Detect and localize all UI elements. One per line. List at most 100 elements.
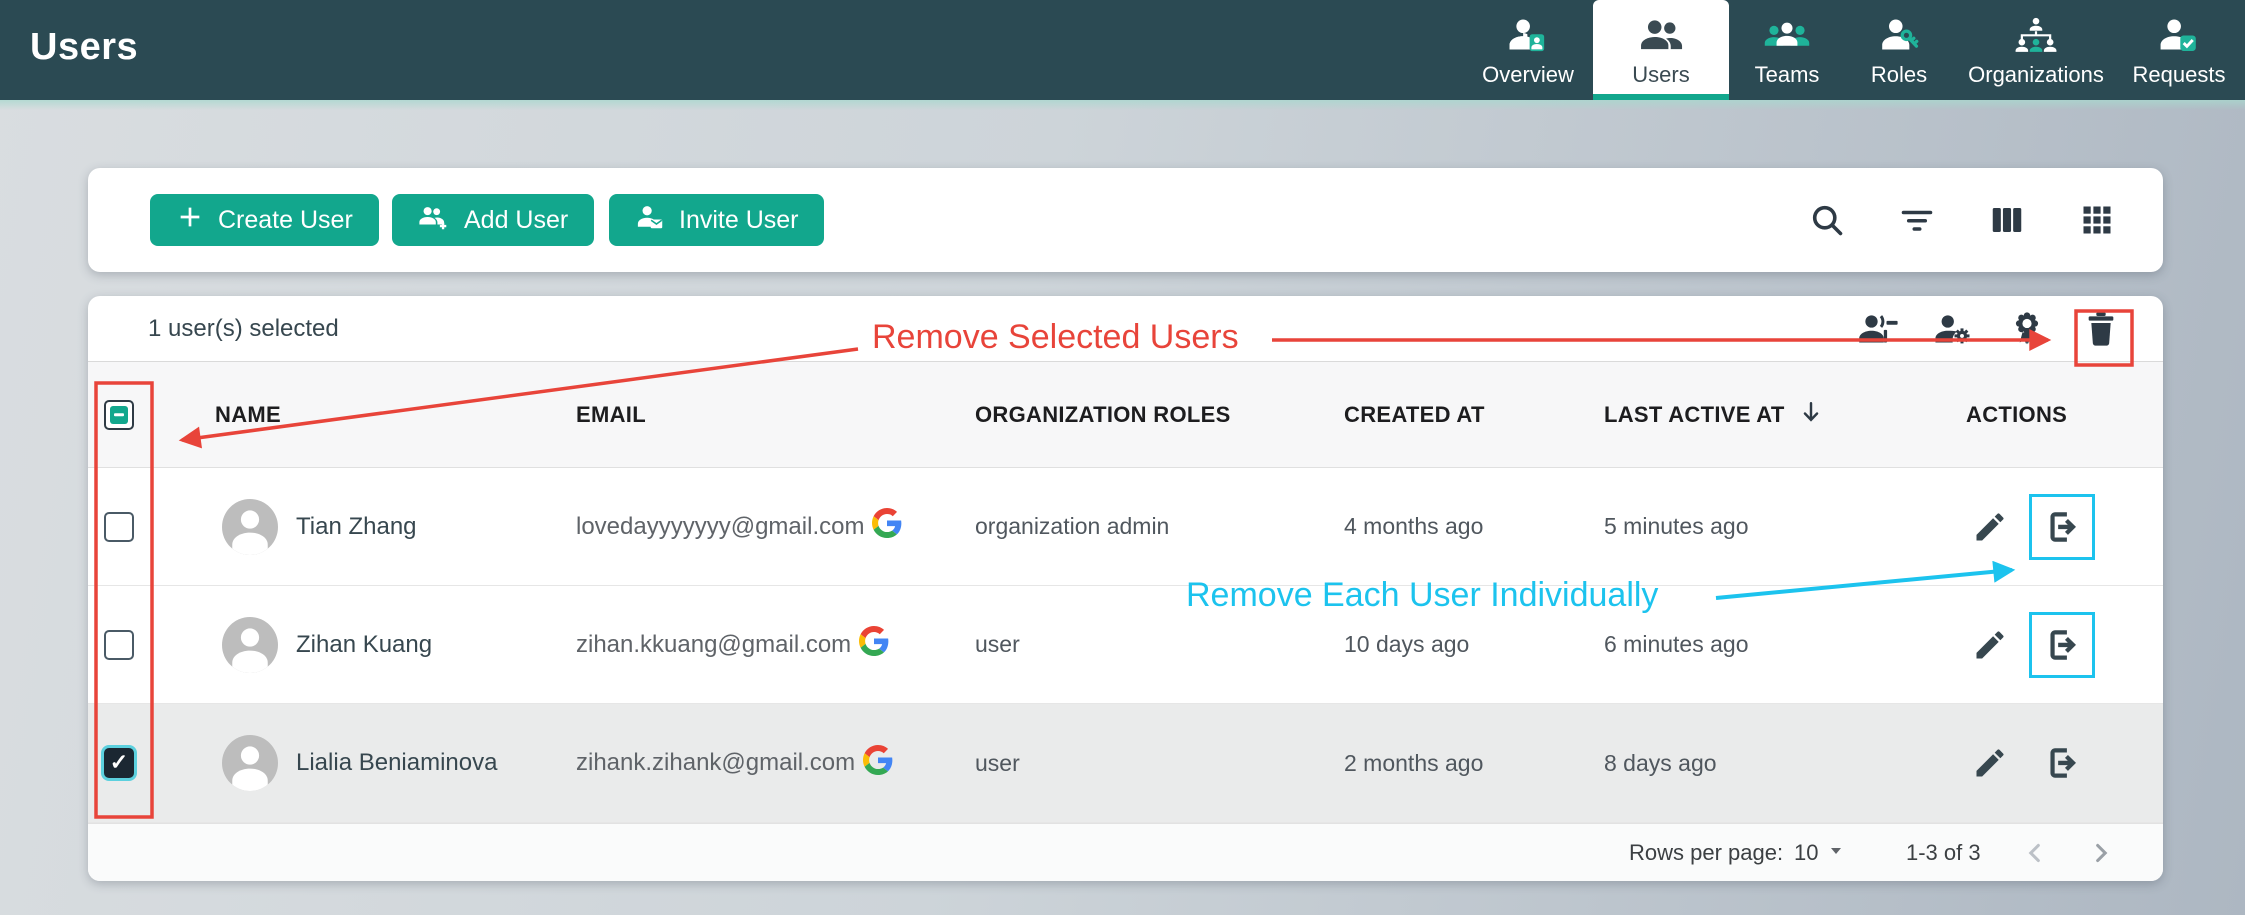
user-email-cell: zihan.kkuang@gmail.com [576, 586, 889, 703]
selection-count: 1 user(s) selected [148, 296, 339, 362]
remove-user-button[interactable] [2038, 503, 2086, 551]
user-email-cell: zihank.zihank@gmail.com [576, 704, 893, 822]
google-icon [872, 508, 902, 545]
person-check-icon [2158, 15, 2200, 55]
column-header-org-roles[interactable]: ORGANIZATION ROLES [975, 362, 1231, 468]
google-icon [859, 626, 889, 663]
invite-user-label: Invite User [679, 206, 798, 235]
table-row: Zihan Kuang zihan.kkuang@gmail.com user … [88, 586, 2163, 704]
tab-users[interactable]: Users [1593, 0, 1729, 100]
tab-teams-label: Teams [1755, 62, 1820, 88]
add-user-button[interactable]: Add User [392, 194, 594, 246]
search-icon[interactable] [1797, 190, 1857, 250]
grid-view-icon[interactable] [2067, 190, 2127, 250]
table-row: Tian Zhang lovedayyyyyyy@gmail.com organ… [88, 468, 2163, 586]
table-row: Lialia Beniaminova zihank.zihank@gmail.c… [88, 704, 2163, 823]
add-people-icon [418, 202, 450, 239]
tab-organizations-label: Organizations [1968, 62, 2104, 88]
actions-toolbar-card: Create User Add User [88, 168, 2163, 272]
column-header-last-active[interactable]: LAST ACTIVE AT [1604, 362, 1825, 468]
sort-desc-icon [1797, 398, 1825, 432]
row-checkbox[interactable] [104, 748, 134, 778]
rows-per-page-value: 10 [1794, 840, 1818, 866]
remove-user-button[interactable] [2038, 739, 2086, 787]
tab-roles-label: Roles [1871, 62, 1927, 88]
users-admin-page: Users Overview [0, 0, 2245, 915]
column-header-email[interactable]: EMAIL [576, 362, 646, 468]
plus-icon [176, 203, 204, 238]
user-org-roles: organization admin [975, 468, 1169, 585]
user-created-at: 2 months ago [1344, 704, 1483, 822]
tab-teams[interactable]: Teams [1729, 0, 1845, 100]
avatar [222, 735, 278, 791]
tab-users-label: Users [1632, 62, 1689, 88]
chevron-down-icon [1826, 840, 1846, 866]
create-user-button[interactable]: Create User [150, 194, 379, 246]
column-header-name[interactable]: NAME [215, 362, 281, 468]
previous-page-icon[interactable] [2012, 824, 2060, 881]
user-created-at: 10 days ago [1344, 586, 1469, 703]
row-checkbox[interactable] [104, 630, 134, 660]
select-all-checkbox[interactable] [104, 400, 134, 430]
users-table-card: 1 user(s) selected [88, 296, 2163, 881]
nav-tabs: Overview Users [1463, 0, 2239, 100]
avatar [222, 617, 278, 673]
user-last-active: 8 days ago [1604, 704, 1717, 822]
selection-actions [1853, 296, 2127, 362]
table-header-row: NAME EMAIL ORGANIZATION ROLES CREATED AT… [88, 362, 2163, 468]
column-header-created-at[interactable]: CREATED AT [1344, 362, 1485, 468]
person-badge-icon [1507, 15, 1549, 55]
add-user-label: Add User [464, 206, 568, 235]
tab-organizations[interactable]: Organizations [1953, 0, 2119, 100]
user-settings-icon[interactable] [1927, 303, 1979, 355]
person-key-icon [1878, 15, 1920, 55]
indeterminate-mark [110, 406, 128, 424]
user-email: zihank.zihank@gmail.com [576, 749, 855, 777]
team-icon [1764, 15, 1810, 55]
person-mail-icon [635, 202, 665, 239]
filter-icon[interactable] [1887, 190, 1947, 250]
user-org-roles: user [975, 586, 1020, 703]
columns-view-icon[interactable] [1977, 190, 2037, 250]
delete-icon[interactable] [2075, 303, 2127, 355]
avatar [222, 499, 278, 555]
google-icon [863, 745, 893, 782]
invite-user-button[interactable]: Invite User [609, 194, 824, 246]
next-page-icon[interactable] [2076, 824, 2124, 881]
award-icon[interactable] [2001, 303, 2053, 355]
pagination-range: 1-3 of 3 [1906, 824, 1981, 881]
people-icon [1639, 15, 1683, 55]
edit-user-button[interactable] [1968, 505, 2012, 549]
user-last-active: 5 minutes ago [1604, 468, 1748, 585]
table-tools [1797, 168, 2127, 272]
rows-per-page-select[interactable]: 10 [1794, 824, 1846, 881]
row-checkbox[interactable] [104, 512, 134, 542]
create-user-label: Create User [218, 206, 353, 235]
remove-user-button[interactable] [2038, 621, 2086, 669]
user-created-at: 4 months ago [1344, 468, 1483, 585]
selection-bar: 1 user(s) selected [88, 296, 2163, 362]
tab-overview[interactable]: Overview [1463, 0, 1593, 100]
column-header-actions: ACTIONS [1966, 362, 2067, 468]
table-footer: Rows per page: 10 1-3 of 3 [88, 823, 2163, 881]
user-email: zihan.kkuang@gmail.com [576, 631, 851, 659]
rows-per-page-label: Rows per page: [1629, 824, 1783, 881]
user-name: Zihan Kuang [296, 586, 432, 703]
tab-overview-label: Overview [1482, 62, 1574, 88]
page-title: Users [30, 26, 138, 69]
app-bar: Users Overview [0, 0, 2245, 100]
user-last-active: 6 minutes ago [1604, 586, 1748, 703]
remove-user-from-team-icon[interactable] [1853, 303, 1905, 355]
user-email: lovedayyyyyyy@gmail.com [576, 513, 864, 541]
tab-requests[interactable]: Requests [2119, 0, 2239, 100]
edit-user-button[interactable] [1968, 623, 2012, 667]
user-name: Tian Zhang [296, 468, 417, 585]
edit-user-button[interactable] [1968, 741, 2012, 785]
user-email-cell: lovedayyyyyyy@gmail.com [576, 468, 902, 585]
org-chart-icon [2014, 15, 2058, 55]
tab-roles[interactable]: Roles [1845, 0, 1953, 100]
last-active-label: LAST ACTIVE AT [1604, 402, 1785, 428]
tab-requests-label: Requests [2133, 62, 2226, 88]
user-org-roles: user [975, 704, 1020, 822]
user-name: Lialia Beniaminova [296, 704, 497, 822]
